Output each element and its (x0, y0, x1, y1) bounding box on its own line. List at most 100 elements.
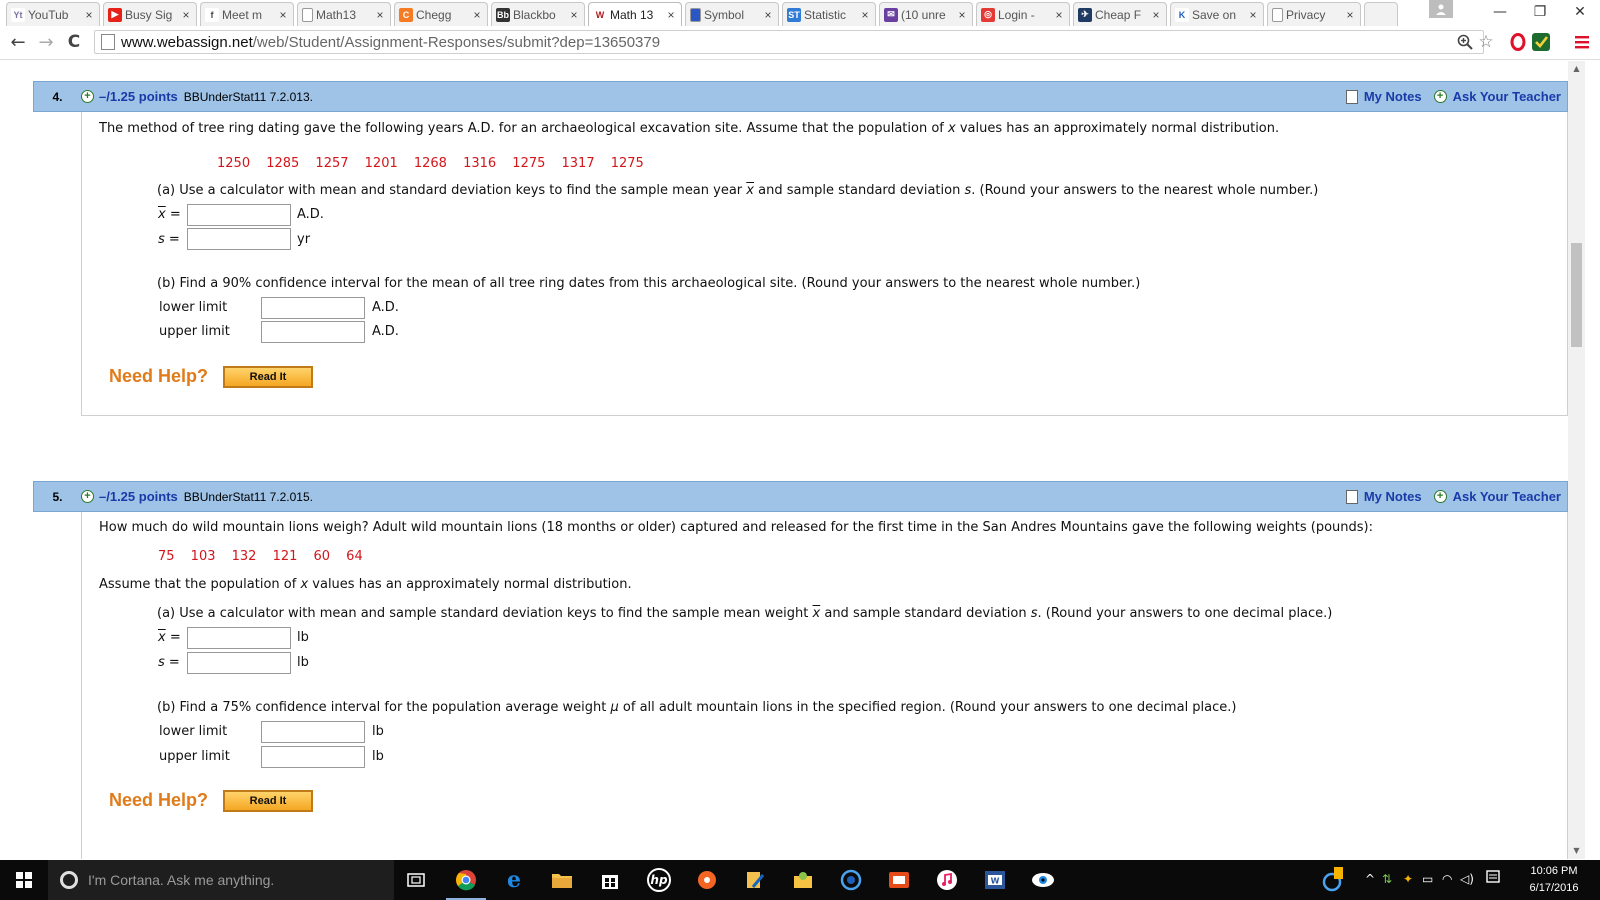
xbar-input[interactable] (187, 627, 291, 649)
ask-teacher-link[interactable]: Ask Your Teacher (1453, 89, 1561, 104)
wifi-icon[interactable]: ◠ (1442, 872, 1452, 886)
tab-favicon-icon (690, 7, 701, 22)
edge-taskbar-button[interactable]: e (500, 866, 528, 894)
browser-tab[interactable]: f Meet m × (200, 2, 294, 26)
lower-limit-input[interactable] (261, 297, 365, 319)
expand-plus-icon[interactable]: + (81, 90, 94, 103)
tab-close-icon[interactable]: × (762, 8, 774, 22)
s-input[interactable] (187, 228, 291, 250)
task-view-button[interactable] (402, 866, 430, 894)
tab-title: Math13 (316, 7, 357, 22)
tab-close-icon[interactable]: × (83, 8, 95, 22)
user-profile-button[interactable] (1429, 0, 1453, 18)
s-input[interactable] (187, 652, 291, 674)
system-clock[interactable]: 10:06 PM 6/17/2016 (1512, 863, 1596, 897)
close-window-button[interactable]: ✕ (1560, 0, 1600, 24)
xbar-unit: A.D. (297, 207, 324, 222)
tab-close-icon[interactable]: × (1150, 8, 1162, 22)
browser-tab[interactable]: Yt YouTub × (6, 2, 100, 26)
browser-tab[interactable]: ✈ Cheap F × (1073, 2, 1167, 26)
browser-tab[interactable]: ST Statistic × (782, 2, 876, 26)
browser-tab[interactable]: W Math 13 × (588, 2, 682, 27)
upper-limit-input[interactable] (261, 746, 365, 768)
bookmark-star-button[interactable]: ☆ (1476, 32, 1496, 52)
my-notes-link[interactable]: My Notes (1364, 89, 1422, 104)
browser-tab[interactable]: Symbol × (685, 2, 779, 26)
hp-taskbar-button[interactable]: hp (645, 866, 673, 894)
security-tray-icon[interactable]: ✦ (1403, 872, 1413, 886)
tab-favicon-icon: W (593, 8, 607, 22)
tab-close-icon[interactable]: × (277, 8, 289, 22)
address-bar[interactable]: www.webassign.net/web/Student/Assignment… (94, 30, 1484, 54)
edge-icon: e (507, 867, 521, 893)
scroll-up-arrow-icon[interactable]: ▲ (1571, 63, 1582, 74)
tab-close-icon[interactable]: × (471, 8, 483, 22)
tab-favicon-icon: ▶ (108, 7, 122, 22)
scroll-down-arrow-icon[interactable]: ▼ (1571, 845, 1582, 856)
game-taskbar-button[interactable] (789, 866, 817, 894)
tab-close-icon[interactable]: × (956, 8, 968, 22)
question-reference: BBUnderStat11 7.2.015. (183, 489, 313, 504)
viewer-taskbar-button[interactable] (1029, 866, 1057, 894)
ask-teacher-link[interactable]: Ask Your Teacher (1453, 489, 1561, 504)
browser-tab[interactable]: ✉ (10 unre × (879, 2, 973, 26)
expand-plus-icon[interactable]: + (81, 490, 94, 503)
office-app-button[interactable] (885, 866, 913, 894)
browser-tab[interactable]: Bb Blackbo × (491, 2, 585, 26)
upper-limit-input[interactable] (261, 321, 365, 343)
minimize-button[interactable]: — (1480, 0, 1520, 24)
battery-icon[interactable]: ▭ (1422, 872, 1433, 886)
my-notes-link[interactable]: My Notes (1364, 489, 1422, 504)
browser-tab[interactable]: Privacy × (1267, 2, 1361, 26)
tab-close-icon[interactable]: × (1344, 8, 1356, 22)
read-it-button[interactable]: Read It (223, 790, 313, 812)
tab-close-icon[interactable]: × (180, 8, 192, 22)
tab-favicon-icon (302, 7, 313, 22)
close-icon: ✕ (1574, 4, 1586, 20)
zoom-button[interactable] (1455, 32, 1475, 52)
forward-button[interactable]: → (36, 32, 56, 53)
alert-tray-icon[interactable] (1322, 866, 1344, 895)
tab-title: Statistic (804, 7, 847, 22)
media-taskbar-button[interactable] (693, 866, 721, 894)
tab-close-icon[interactable]: × (1053, 8, 1065, 22)
itunes-taskbar-button[interactable] (933, 866, 961, 894)
file-explorer-button[interactable] (548, 866, 576, 894)
action-center-icon[interactable] (1486, 870, 1500, 889)
browser-tab[interactable]: ◎ Login - × (976, 2, 1070, 26)
browser-tab[interactable]: ▶ Busy Sig × (103, 2, 197, 26)
volume-icon[interactable]: ◁) (1460, 872, 1474, 886)
lower-limit-input[interactable] (261, 721, 365, 743)
music-icon (937, 870, 957, 890)
notes-app-button[interactable] (741, 866, 769, 894)
tab-close-icon[interactable]: × (859, 8, 871, 22)
reload-button[interactable]: C (64, 32, 84, 52)
word-taskbar-button[interactable]: W (981, 866, 1009, 894)
page-scrollbar[interactable]: ▲ ▼ (1568, 61, 1585, 859)
app-taskbar-button[interactable] (837, 866, 865, 894)
show-hidden-icons-icon[interactable]: ^ (1365, 872, 1375, 886)
tab-close-icon[interactable]: × (374, 8, 386, 22)
new-tab-button[interactable] (1364, 2, 1398, 26)
store-taskbar-button[interactable] (596, 866, 624, 894)
back-button[interactable]: ← (8, 32, 28, 53)
network-share-icon[interactable]: ⇅ (1382, 872, 1392, 886)
cortana-search-box[interactable]: I'm Cortana. Ask me anything. (48, 860, 394, 900)
restore-button[interactable]: ❐ (1520, 0, 1560, 24)
read-it-button[interactable]: Read It (223, 366, 313, 388)
browser-tab[interactable]: Math13 × (297, 2, 391, 26)
browser-menu-button[interactable] (1572, 32, 1592, 52)
chrome-taskbar-button[interactable] (446, 866, 486, 900)
tab-close-icon[interactable]: × (665, 8, 677, 22)
xbar-input[interactable] (187, 204, 291, 226)
upper-limit-unit: A.D. (372, 324, 399, 339)
opera-icon (1510, 33, 1526, 51)
tab-close-icon[interactable]: × (568, 8, 580, 22)
opera-extension-button[interactable] (1508, 32, 1528, 52)
start-button[interactable] (0, 860, 48, 900)
scrollbar-thumb[interactable] (1571, 243, 1582, 347)
browser-tab[interactable]: K Save on × (1170, 2, 1264, 26)
checkmark-extension-button[interactable] (1531, 32, 1551, 52)
tab-close-icon[interactable]: × (1247, 8, 1259, 22)
browser-tab[interactable]: C Chegg × (394, 2, 488, 26)
